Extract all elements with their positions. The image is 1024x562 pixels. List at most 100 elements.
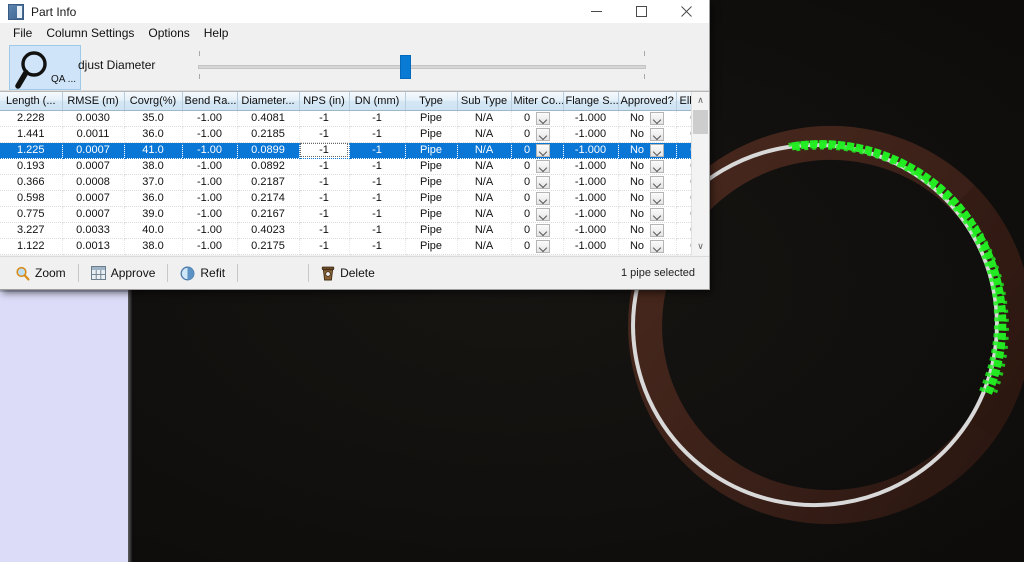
table-cell[interactable]: No [618,142,677,159]
table-row[interactable]: 0.598 0.0007 36.0 -1.00 0.2174 -1 -1 Pipe N/A 0 -1… [0,190,709,207]
table-cell[interactable]: Pipe [405,206,458,223]
table-cell[interactable]: -1.00 [182,190,238,207]
chevron-down-icon[interactable] [536,191,551,205]
column-header-4[interactable]: Diameter... [237,92,300,111]
table-cell[interactable]: 0.775 [0,206,63,223]
table-cell[interactable]: Pipe [405,126,458,143]
table-cell[interactable]: -1 [299,206,350,223]
scrollbar-thumb[interactable] [693,110,708,134]
qa-button[interactable]: QA ... [9,45,81,90]
table-cell[interactable]: 38.0 [124,158,183,175]
column-header-8[interactable]: Sub Type [457,92,512,111]
column-header-2[interactable]: Covrg(%) [124,92,183,111]
table-cell[interactable]: No [618,110,677,127]
scroll-up-icon[interactable]: ∧ [692,92,709,109]
chevron-down-icon[interactable] [650,207,665,221]
table-cell[interactable]: -1.00 [182,174,238,191]
table-cell[interactable]: 0.0011 [62,126,125,143]
table-cell[interactable]: -1 [349,174,406,191]
table-cell[interactable]: 0.2167 [237,206,300,223]
table-cell[interactable]: Pipe [405,238,458,255]
menu-item-file[interactable]: File [6,24,39,42]
minimize-icon[interactable] [574,0,619,23]
table-cell[interactable]: -1.000 [563,126,619,143]
table-cell[interactable]: 0 [511,158,564,175]
chevron-down-icon[interactable] [536,239,551,253]
table-cell[interactable]: -1.00 [182,126,238,143]
refit-button[interactable]: Refit [173,263,232,284]
table-cell[interactable]: 38.0 [124,238,183,255]
chevron-down-icon[interactable] [536,159,551,173]
table-cell[interactable]: 35.0 [124,110,183,127]
table-cell[interactable]: 36.0 [124,126,183,143]
close-icon[interactable] [664,0,709,23]
table-cell[interactable]: No [618,174,677,191]
table-cell[interactable]: 0.4023 [237,222,300,239]
table-cell[interactable]: -1.000 [563,110,619,127]
table-cell[interactable]: -1.000 [563,142,619,159]
table-cell[interactable]: 0 [511,174,564,191]
table-row[interactable]: 0.775 0.0007 39.0 -1.00 0.2167 -1 -1 Pipe N/A 0 -1… [0,206,709,223]
table-cell[interactable]: -1.00 [182,238,238,255]
table-cell[interactable]: -1 [299,174,350,191]
table-cell[interactable]: N/A [457,110,512,127]
table-cell[interactable]: Pipe [405,190,458,207]
table-cell[interactable]: No [618,222,677,239]
grid-vertical-scrollbar[interactable]: ∧ ∨ [691,92,709,255]
table-cell[interactable]: 0.0007 [62,158,125,175]
table-cell[interactable]: 0.0030 [62,110,125,127]
table-cell[interactable]: Pipe [405,174,458,191]
table-cell[interactable]: N/A [457,174,512,191]
table-cell[interactable]: -1.000 [563,158,619,175]
table-cell[interactable]: 40.0 [124,222,183,239]
chevron-down-icon[interactable] [650,223,665,237]
table-cell[interactable]: -1 [299,190,350,207]
table-cell[interactable]: -1 [349,206,406,223]
table-row[interactable]: 0.193 0.0007 38.0 -1.00 0.0892 -1 -1 Pipe N/A 0 -1… [0,158,709,175]
table-cell[interactable]: -1.00 [182,142,238,159]
parts-grid[interactable]: Length (... RMSE (m) Covrg(%) Bend Ra... Dia… [0,91,709,255]
table-cell[interactable]: 0.0007 [62,190,125,207]
table-cell[interactable]: -1.000 [563,238,619,255]
table-cell[interactable]: 0.0008 [62,174,125,191]
table-cell[interactable]: -1 [349,126,406,143]
table-cell[interactable]: N/A [457,190,512,207]
table-cell[interactable]: -1.00 [182,206,238,223]
table-cell[interactable]: 1.441 [0,126,63,143]
table-cell[interactable]: -1.00 [182,158,238,175]
table-cell[interactable]: -1 [299,126,350,143]
table-cell[interactable]: -1.000 [563,190,619,207]
chevron-down-icon[interactable] [536,127,551,141]
column-header-1[interactable]: RMSE (m) [62,92,125,111]
table-cell[interactable]: 0.0007 [62,142,125,159]
table-cell[interactable]: N/A [457,206,512,223]
delete-button[interactable]: Delete [314,263,382,284]
table-cell[interactable]: N/A [457,238,512,255]
table-cell[interactable]: 0 [511,222,564,239]
chevron-down-icon[interactable] [536,175,551,189]
column-header-6[interactable]: DN (mm) [349,92,406,111]
table-cell[interactable]: -1.000 [563,174,619,191]
table-cell[interactable]: -1 [349,158,406,175]
table-cell[interactable]: 0.0899 [237,142,300,159]
table-cell[interactable]: -1 [349,190,406,207]
table-cell[interactable]: Pipe [405,110,458,127]
table-cell[interactable]: Pipe [405,158,458,175]
column-header-9[interactable]: Miter Co... [511,92,564,111]
table-cell[interactable]: No [618,238,677,255]
zoom-button[interactable]: Zoom [8,263,73,284]
table-cell[interactable]: 0.193 [0,158,63,175]
chevron-down-icon[interactable] [650,143,665,157]
table-cell[interactable]: No [618,206,677,223]
table-cell[interactable]: -1.00 [182,110,238,127]
table-row[interactable]: 2.228 0.0030 35.0 -1.00 0.4081 -1 -1 Pipe N/A 0 -1… [0,110,709,127]
table-cell[interactable]: -1 [349,238,406,255]
chevron-down-icon[interactable] [536,223,551,237]
table-cell[interactable]: 0.0007 [62,206,125,223]
table-cell[interactable]: -1 [349,110,406,127]
adjust-diameter-slider[interactable] [198,49,646,85]
table-cell[interactable]: -1 [299,222,350,239]
table-cell[interactable]: -1 [349,142,406,159]
table-cell[interactable]: 0 [511,126,564,143]
table-cell[interactable]: 0 [511,206,564,223]
